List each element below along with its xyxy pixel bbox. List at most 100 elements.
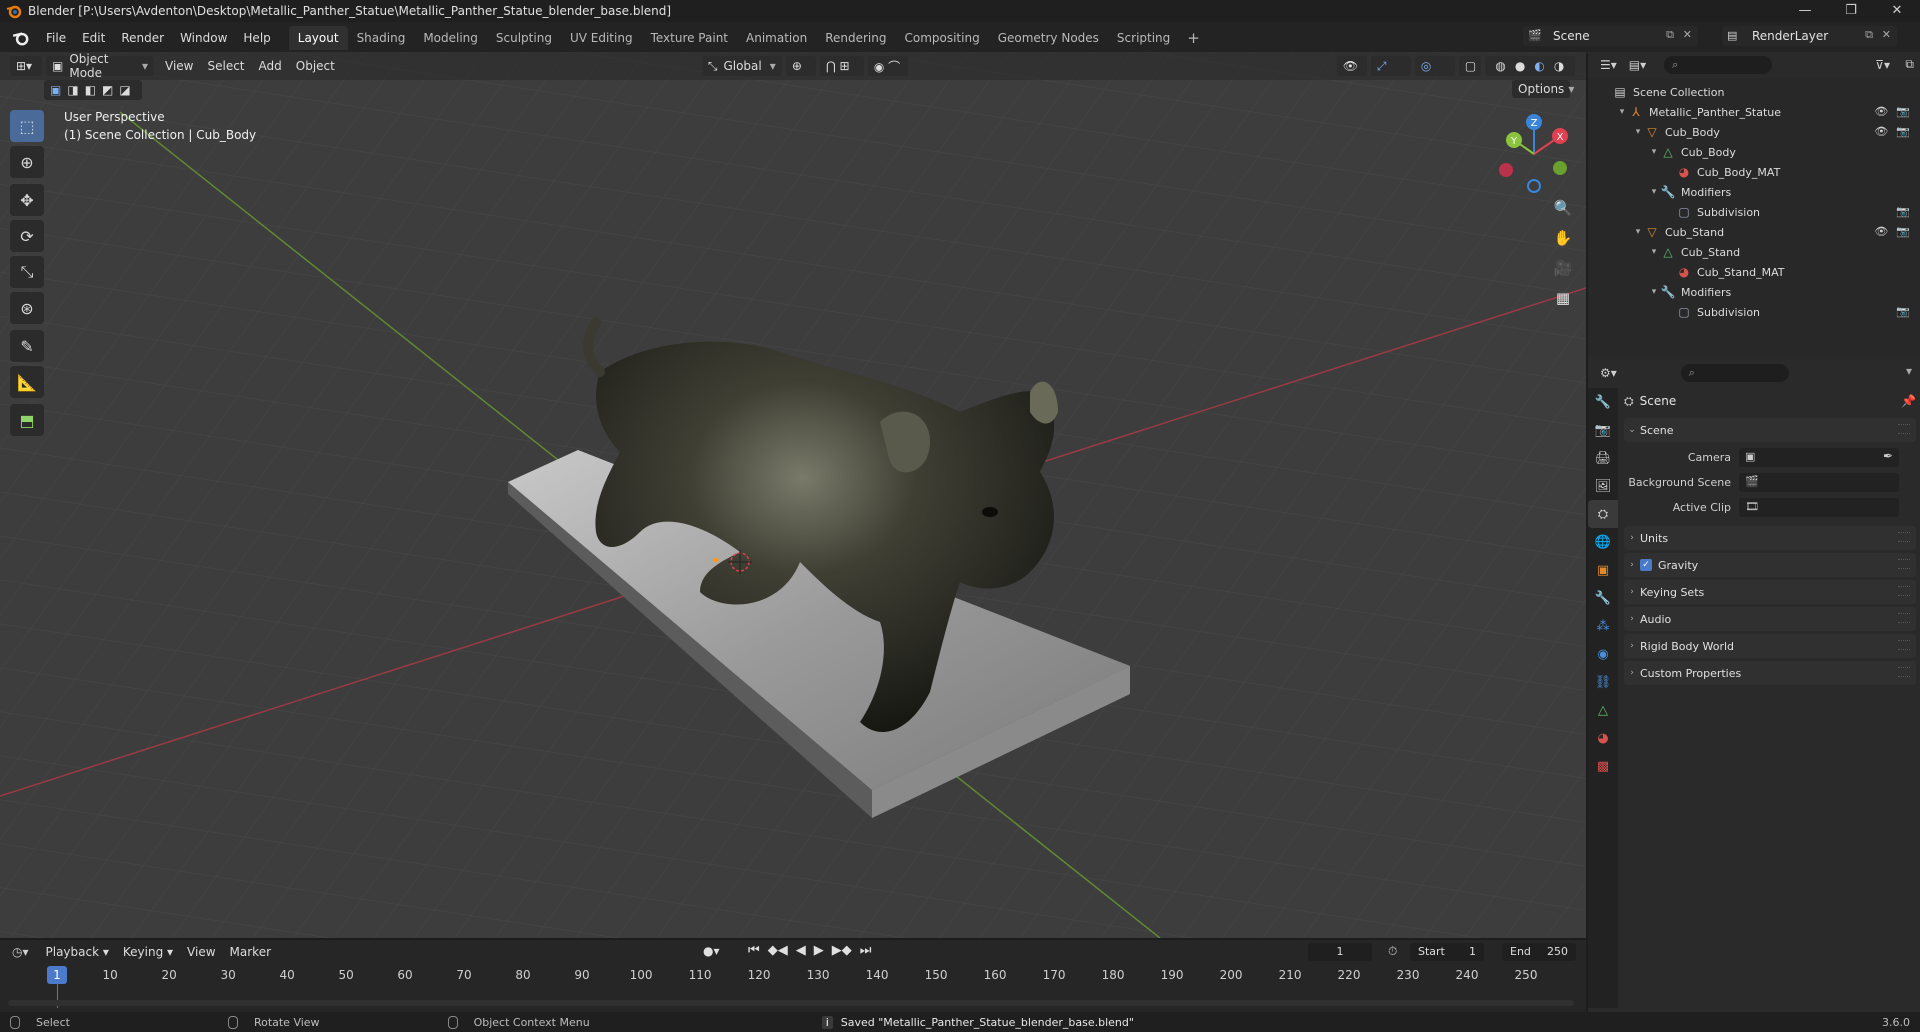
section-rigid-body-world[interactable]: › Rigid Body World bbox=[1624, 634, 1916, 658]
viewport-scene[interactable] bbox=[0, 52, 1586, 938]
timeline-menu-keying[interactable]: Keying ▾ bbox=[116, 942, 180, 962]
disclosure-triangle-icon[interactable]: ▾ bbox=[1616, 107, 1628, 117]
viewport-menu-view[interactable]: View bbox=[158, 56, 200, 76]
section-audio[interactable]: › Audio bbox=[1624, 607, 1916, 631]
viewport-menu-add[interactable]: Add bbox=[252, 56, 289, 76]
drag-grip-icon[interactable] bbox=[1898, 667, 1910, 677]
drag-grip-icon[interactable] bbox=[1898, 640, 1910, 650]
proportional-editing-button[interactable]: ◉ ⌒ bbox=[867, 56, 908, 76]
disclosure-triangle-icon[interactable]: ▾ bbox=[1648, 187, 1660, 197]
minimize-button[interactable]: — bbox=[1782, 0, 1828, 22]
gravity-checkbox[interactable]: ✓ bbox=[1640, 559, 1652, 571]
options-button[interactable]: Options ▾ bbox=[1512, 80, 1574, 98]
tab-compositing[interactable]: Compositing bbox=[895, 26, 988, 50]
outliner-item[interactable]: ▾ ⅄ Metallic_Panther_Statue 👁 📷 bbox=[1588, 102, 1920, 122]
scene-collection-row[interactable]: ▤ Scene Collection bbox=[1588, 82, 1920, 102]
outliner-item[interactable]: ▾ ▽ Cub_Stand 👁 📷 bbox=[1588, 222, 1920, 242]
outliner-item[interactable]: ▾ 🔧 Modifiers bbox=[1588, 182, 1920, 202]
selection-mode-buttons[interactable]: ▣ ◨ ◧ ◩ ◪ bbox=[44, 80, 142, 100]
menu-window[interactable]: Window bbox=[172, 27, 235, 49]
move-tool[interactable]: ✥ bbox=[10, 184, 44, 216]
tab-modeling[interactable]: Modeling bbox=[414, 26, 487, 50]
jump-end-icon[interactable]: ⏭ bbox=[860, 943, 872, 958]
rendered-shading-icon[interactable]: ◑ bbox=[1554, 59, 1564, 73]
play-icon[interactable]: ▶ bbox=[814, 943, 824, 958]
outliner-item[interactable]: ▾ △ Cub_Stand bbox=[1588, 242, 1920, 262]
frame-ruler[interactable]: 1 10 20 30 40 50 60 70 80 90 100 110 120 130 140 150 160… bbox=[0, 966, 1586, 984]
annotate-tool[interactable]: ✎ bbox=[10, 330, 44, 362]
outliner-item[interactable]: ◕ Cub_Body_MAT bbox=[1588, 162, 1920, 182]
texture-tab[interactable]: ▩ bbox=[1588, 752, 1618, 780]
eye-icon[interactable]: 👁 bbox=[1874, 225, 1888, 238]
render-camera-icon[interactable]: 📷 bbox=[1896, 305, 1910, 318]
disclosure-triangle-icon[interactable]: ▾ bbox=[1648, 287, 1660, 297]
solid-shading-icon[interactable]: ● bbox=[1515, 59, 1525, 73]
mode-selector[interactable]: ▣ Object Mode ▾ bbox=[46, 52, 154, 80]
3d-viewport[interactable]: ⊞▾ ▣ Object Mode ▾ View Select Add Objec… bbox=[0, 52, 1586, 938]
eye-icon[interactable]: 👁 bbox=[1874, 105, 1888, 118]
prop-field[interactable]: 🎞 bbox=[1739, 498, 1899, 517]
perspective-toggle-button[interactable]: ▦ bbox=[1550, 285, 1576, 311]
disclosure-triangle-icon[interactable]: ▾ bbox=[1632, 227, 1644, 237]
delete-scene-icon[interactable]: ✕ bbox=[1683, 28, 1692, 41]
editor-type-button[interactable]: ⊞▾ bbox=[10, 56, 42, 76]
select-extend-icon[interactable]: ◨ bbox=[67, 83, 78, 97]
tab-layout[interactable]: Layout bbox=[288, 26, 348, 50]
render-camera-icon[interactable]: 📷 bbox=[1896, 225, 1910, 238]
outliner-editor-icon[interactable]: ☰▾ bbox=[1600, 58, 1617, 72]
select-new-icon[interactable]: ▣ bbox=[50, 83, 61, 97]
section-keying-sets[interactable]: › Keying Sets bbox=[1624, 580, 1916, 604]
section-gravity[interactable]: › ✓ Gravity bbox=[1624, 553, 1916, 577]
transform-tool[interactable]: ⊛ bbox=[10, 292, 44, 324]
world-tab[interactable]: 🌐 bbox=[1588, 528, 1618, 556]
scale-tool[interactable]: ⤡ bbox=[10, 256, 44, 288]
xray-toggle[interactable]: ▢ bbox=[1458, 56, 1481, 76]
scene-tab[interactable]: ⛭ bbox=[1588, 500, 1618, 528]
tab-geometry-nodes[interactable]: Geometry Nodes bbox=[989, 26, 1108, 50]
eyedropper-icon[interactable]: ✒ bbox=[1883, 449, 1893, 463]
prop-field[interactable]: 🎬 bbox=[1739, 473, 1899, 492]
render-camera-icon[interactable]: 📷 bbox=[1896, 105, 1910, 118]
renderlayer-selector[interactable]: ▤ RenderLayer ⧉ ✕ bbox=[1722, 26, 1897, 46]
render-tab[interactable]: 📷 bbox=[1588, 416, 1618, 444]
preview-range-icon[interactable]: ⏱ bbox=[1388, 944, 1397, 959]
properties-search[interactable]: ⌕ bbox=[1680, 364, 1789, 382]
blender-menu-icon[interactable] bbox=[12, 29, 30, 47]
timeline-menu-playback[interactable]: Playback ▾ bbox=[39, 942, 116, 962]
prev-keyframe-icon[interactable]: ◆◀ bbox=[768, 943, 788, 958]
constraints-tab[interactable]: ⛓ bbox=[1588, 668, 1618, 696]
physics-tab[interactable]: ◉ bbox=[1588, 640, 1618, 668]
snapping-button[interactable]: ⋂ ⊞ bbox=[819, 56, 864, 76]
eye-icon[interactable]: 👁 bbox=[1874, 125, 1888, 138]
current-frame-field[interactable]: 1 bbox=[1308, 943, 1372, 961]
new-renderlayer-icon[interactable]: ⧉ bbox=[1865, 28, 1873, 42]
viewport-menu-object[interactable]: Object bbox=[289, 56, 342, 76]
menu-file[interactable]: File bbox=[38, 27, 74, 49]
new-scene-icon[interactable]: ⧉ bbox=[1666, 28, 1674, 42]
viewport-menu-select[interactable]: Select bbox=[200, 56, 251, 76]
cursor-tool[interactable]: ⊕ bbox=[10, 146, 44, 178]
disclosure-triangle-icon[interactable]: ▾ bbox=[1648, 247, 1660, 257]
record-keyframe-icon[interactable]: ●▾ bbox=[703, 944, 720, 958]
tool-tab[interactable]: 🔧 bbox=[1588, 388, 1618, 416]
overlay-toggle[interactable]: ◎ bbox=[1414, 56, 1455, 76]
shading-mode-buttons[interactable]: ◍ ● ◐ ◑ bbox=[1484, 56, 1575, 76]
navigation-gizmo[interactable]: Z X Y bbox=[1494, 114, 1574, 194]
properties-options-icon[interactable]: ▾ bbox=[1906, 364, 1912, 378]
material-shading-icon[interactable]: ◐ bbox=[1534, 59, 1544, 73]
display-mode-icon[interactable]: ▤▾ bbox=[1629, 58, 1646, 72]
wireframe-shading-icon[interactable]: ◍ bbox=[1495, 59, 1505, 73]
tab-animation[interactable]: Animation bbox=[737, 26, 816, 50]
timeline-menu-view[interactable]: View bbox=[180, 942, 222, 962]
outliner-item[interactable]: ▾ ▽ Cub_Body 👁 📷 bbox=[1588, 122, 1920, 142]
current-frame-marker[interactable]: 1 bbox=[47, 966, 67, 984]
jump-start-icon[interactable]: ⏮ bbox=[748, 943, 760, 958]
selectability-button[interactable]: 👁 bbox=[1336, 56, 1367, 76]
output-tab[interactable]: 🖨 bbox=[1588, 444, 1618, 472]
camera-view-button[interactable]: 🎥 bbox=[1550, 255, 1576, 281]
material-tab[interactable]: ◕ bbox=[1588, 724, 1618, 752]
tab-texture-paint[interactable]: Texture Paint bbox=[642, 26, 737, 50]
tab-scripting[interactable]: Scripting bbox=[1108, 26, 1179, 50]
tab-sculpting[interactable]: Sculpting bbox=[487, 26, 561, 50]
timeline-scrollbar[interactable] bbox=[8, 1000, 1574, 1006]
